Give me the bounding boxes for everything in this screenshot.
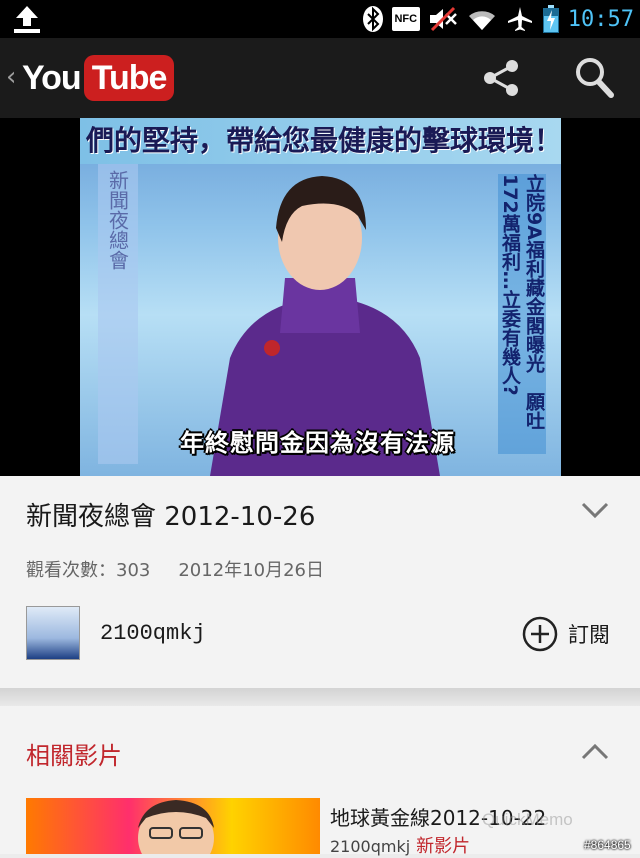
subscribe-label: 訂閱	[568, 623, 610, 647]
channel-name[interactable]: 2100qmkj	[100, 621, 206, 646]
chevron-up-icon[interactable]	[578, 740, 612, 764]
related-videos-section: 相關影片 地球黃金線2012-10-22 2100qmkj 新影片 QuickMe…	[0, 706, 640, 857]
video-info-panel: 新聞夜總會 2012-10-26 觀看次數：303 2012年10月26日 21…	[0, 476, 640, 688]
video-right-caption: 立院9A福利藏金閣曝光 願吐172萬福利…立委有幾人?	[498, 174, 546, 454]
chevron-down-icon[interactable]	[578, 498, 612, 522]
related-video-thumbnail[interactable]	[26, 798, 320, 854]
quickmemo-watermark: QuickMemo	[482, 810, 573, 829]
upload-date: 2012年10月26日	[178, 560, 324, 581]
video-subtitle: 年終慰問金因為沒有法源	[180, 429, 455, 457]
airplane-icon	[507, 7, 532, 31]
nfc-icon: NFC	[391, 7, 420, 31]
app-bar: ‹ You Tube	[0, 38, 640, 118]
upload-icon	[14, 6, 40, 33]
subscribe-button[interactable]: 訂閱	[522, 616, 610, 652]
youtube-logo[interactable]: You Tube	[22, 54, 175, 102]
related-video-meta: 2100qmkj 新影片	[330, 832, 470, 858]
video-player[interactable]: 們的堅持，帶給您最健康的擊球環境！歡迎 新聞夜總會 立院9A福利藏金閣曝光 願吐…	[0, 118, 640, 476]
video-title: 新聞夜總會 2012-10-26	[26, 502, 316, 532]
video-frame[interactable]: 們的堅持，帶給您最健康的擊球環境！歡迎 新聞夜總會 立院9A福利藏金閣曝光 願吐…	[80, 118, 561, 476]
related-video-channel: 2100qmkj	[330, 837, 411, 856]
channel-avatar[interactable]	[26, 606, 80, 660]
video-left-caption: 新聞夜總會	[98, 164, 138, 464]
related-thumbnail-image	[138, 800, 214, 854]
status-time: 10:57	[567, 6, 634, 32]
wifi-icon	[468, 11, 495, 30]
plus-circle-icon	[522, 616, 558, 652]
share-icon[interactable]	[482, 58, 520, 98]
video-meta: 觀看次數：303 2012年10月26日	[26, 556, 324, 582]
battery-icon	[542, 5, 559, 33]
section-divider	[0, 688, 640, 706]
bluetooth-icon	[362, 6, 383, 32]
volume-muted-icon	[429, 6, 457, 32]
logo-you-text: You	[22, 58, 82, 97]
back-chevron-icon[interactable]: ‹	[6, 62, 16, 92]
search-icon[interactable]	[574, 56, 614, 98]
view-count: 觀看次數：303	[26, 560, 151, 581]
status-bar: NFC 10:57	[0, 0, 640, 38]
related-heading: 相關影片	[26, 742, 122, 770]
image-id-watermark: #864865	[584, 838, 631, 852]
logo-tube-text: Tube	[83, 55, 175, 101]
